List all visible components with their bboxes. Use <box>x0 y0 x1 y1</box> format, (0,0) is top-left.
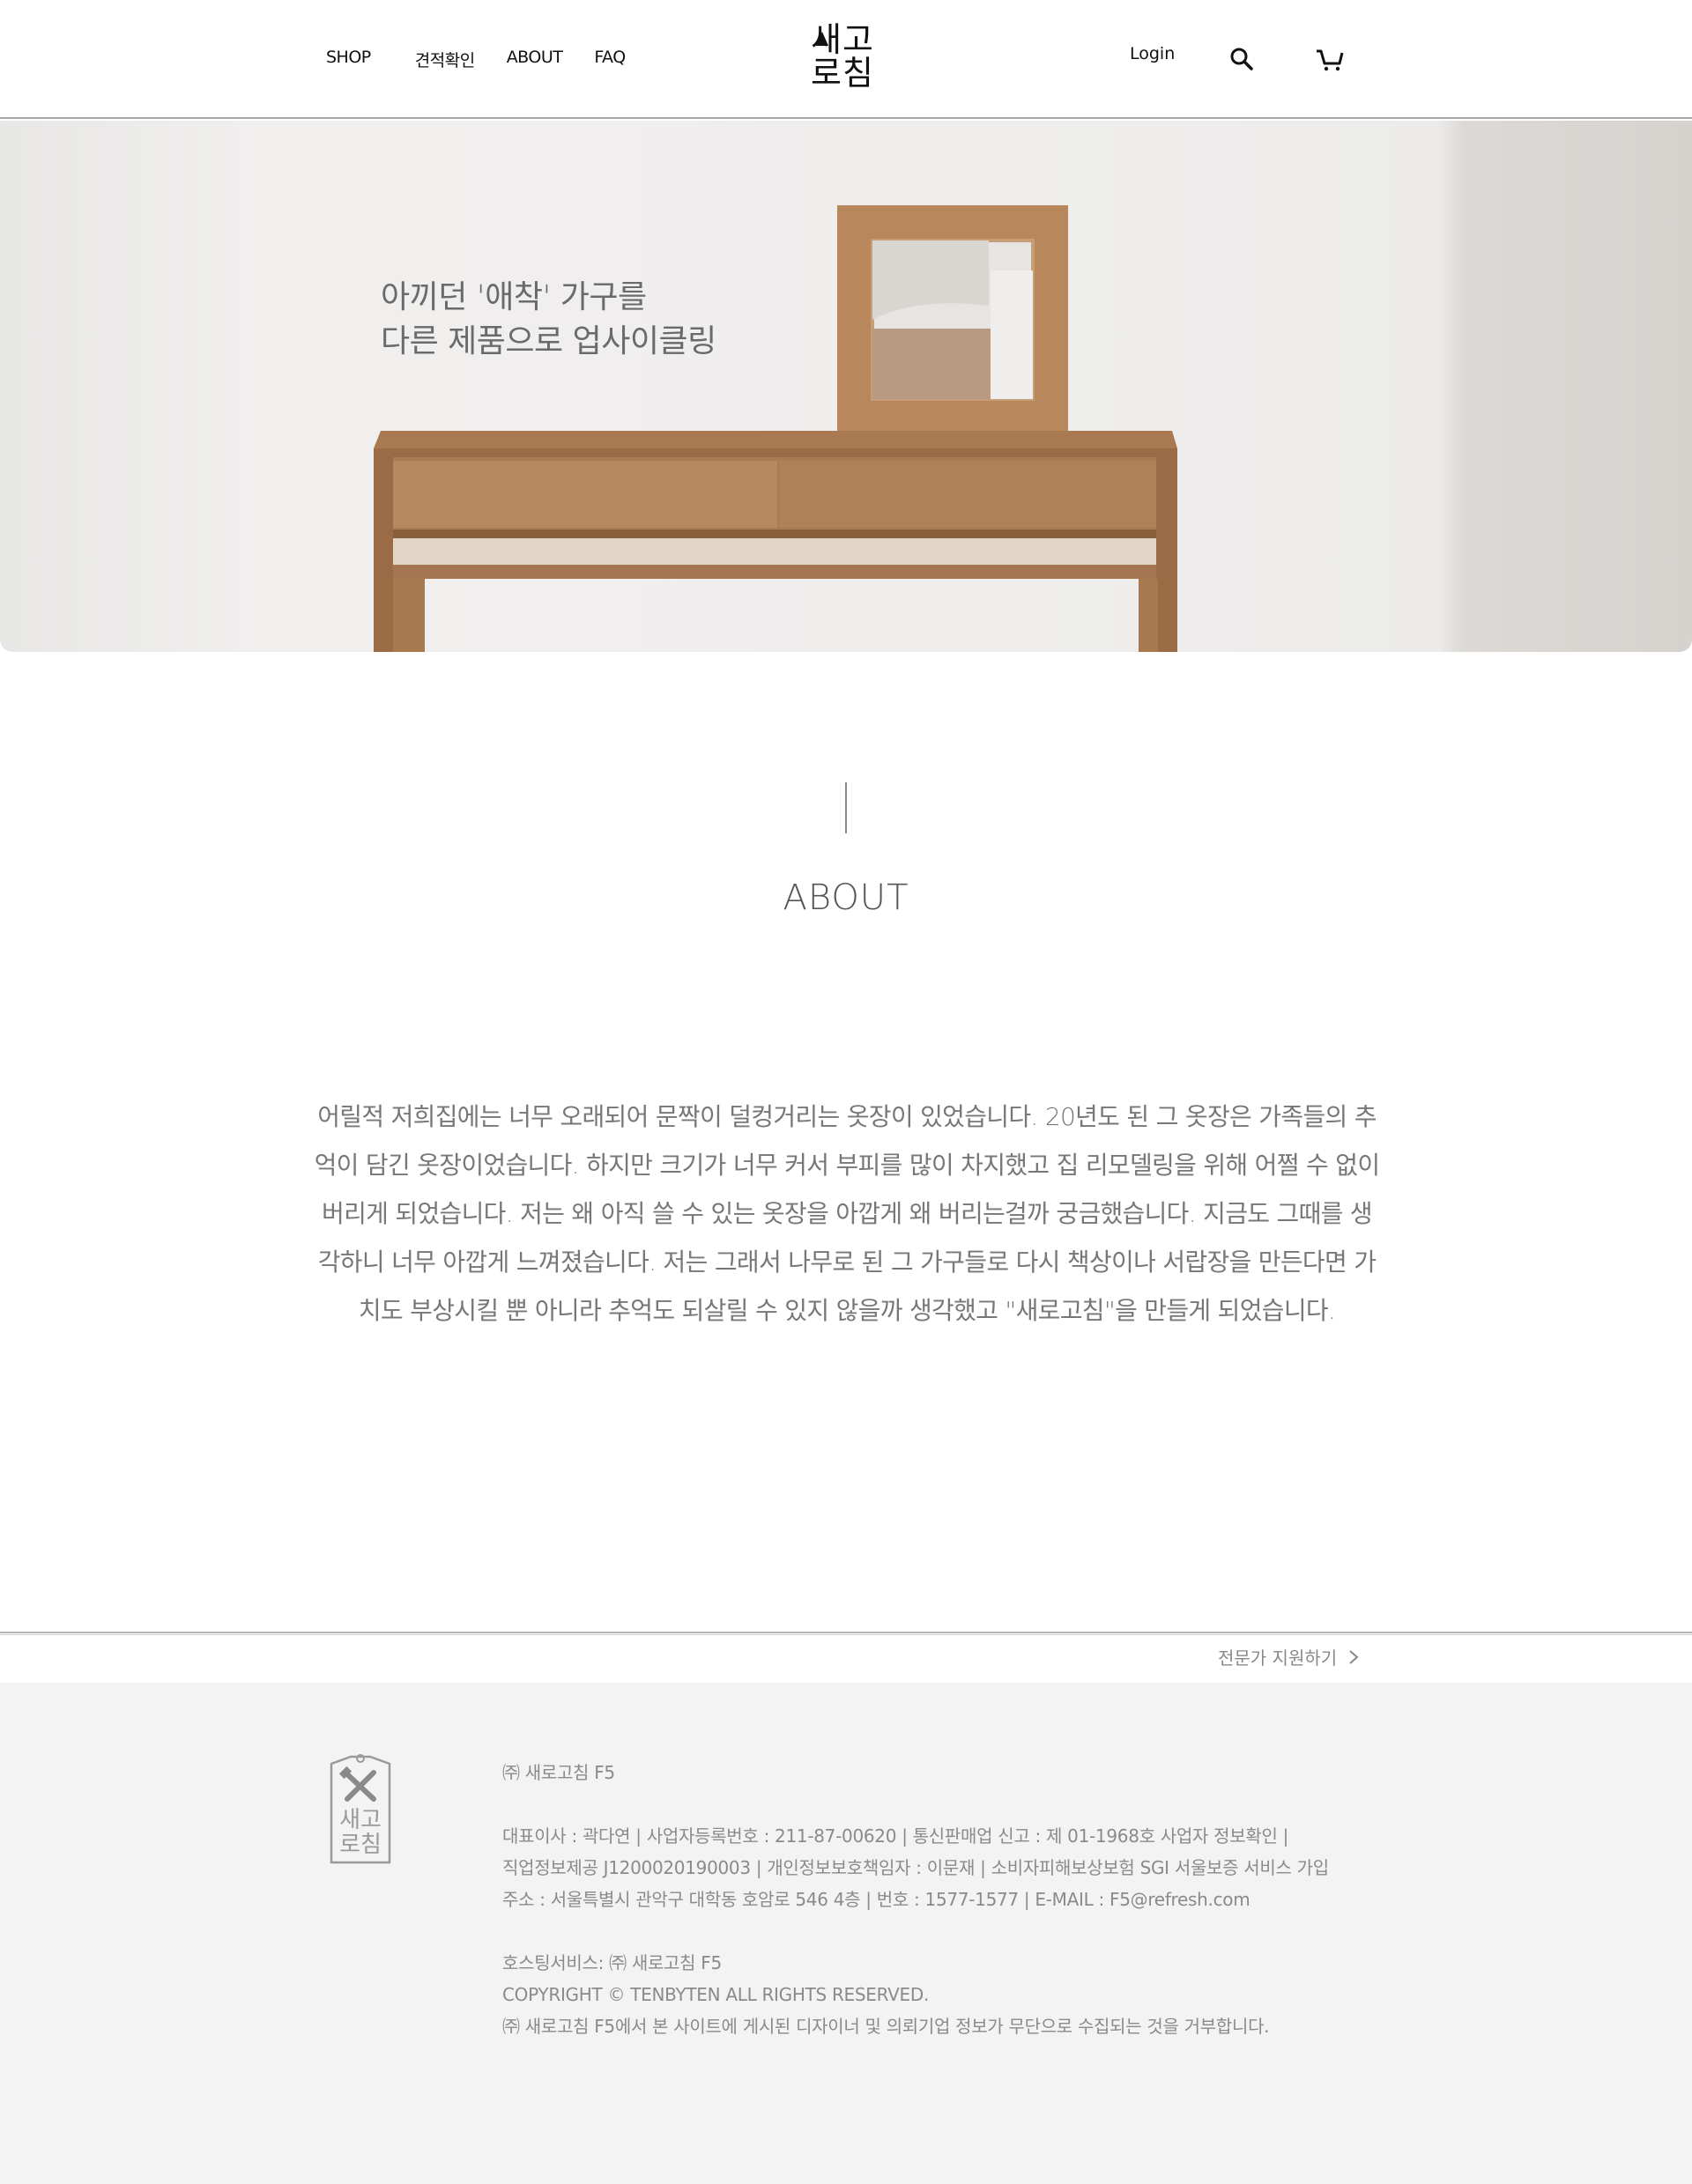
tools-icon <box>343 1770 376 1802</box>
logo-triangle-icon <box>816 32 828 46</box>
footer-info-line: 직업정보제공 J1200020190003 | 개인정보보호책임자 : 이문재 … <box>502 1857 1329 1878</box>
hero-banner: 아끼던 '애착' 가구를 다른 제품으로 업사이클링 <box>0 121 1692 652</box>
site-header: SHOP 견적확인 ABOUT FAQ 새고 로침 Login <box>0 0 1692 119</box>
footer-logo-line-1: 새고 <box>339 1807 382 1833</box>
nav-shop[interactable]: SHOP <box>326 48 371 71</box>
section-divider <box>845 782 847 833</box>
header-utilities: Login <box>1130 44 1344 71</box>
site-logo[interactable]: 새고 로침 <box>811 23 890 95</box>
chevron-right-icon <box>1349 1649 1359 1664</box>
about-body-line: 어릴적 저희집에는 너무 오래되어 문짝이 덜컹거리는 옷장이 있었습니다. 2… <box>317 1102 1377 1131</box>
footer-copyright: COPYRIGHT © TENBYTEN ALL RIGHTS RESERVED… <box>502 1984 930 2005</box>
about-body-line: 각하니 너무 아깝게 느껴졌습니다. 저는 그래서 나무로 된 그 가구들로 다… <box>317 1247 1377 1277</box>
main-nav: SHOP 견적확인 ABOUT FAQ <box>326 48 657 71</box>
hero-tagline: 아끼던 '애착' 가구를 다른 제품으로 업사이클링 <box>381 276 716 364</box>
nav-about[interactable]: ABOUT <box>507 48 563 71</box>
footer-info-line: 대표이사 : 곽다연 | 사업자등록번호 : 211-87-00620 | 통신… <box>502 1825 1289 1847</box>
about-title: ABOUT <box>783 877 909 918</box>
hero-line-1: 아끼던 '애착' 가구를 <box>381 279 647 315</box>
expert-apply-label: 전문가 지원하기 <box>1218 1647 1338 1669</box>
footer-company-name: ㈜ 새로고침 F5 <box>502 1762 615 1783</box>
about-body: 어릴적 저희집에는 너무 오래되어 문짝이 덜컹거리는 옷장이 있었습니다. 2… <box>296 1092 1398 1335</box>
about-body-line: 억이 담긴 옷장이었습니다. 하지만 크기가 너무 커서 부피를 많이 차지했고… <box>314 1151 1380 1180</box>
login-link[interactable]: Login <box>1130 44 1175 63</box>
nav-estimate[interactable]: 견적확인 <box>415 48 475 71</box>
cart-icon[interactable] <box>1315 46 1345 72</box>
site-footer: 새고 로침 ㈜ 새로고침 F5 대표이사 : 곽다연 | 사업자등록번호 : 2… <box>0 1683 1692 2184</box>
search-icon[interactable] <box>1228 46 1255 72</box>
footer-notice: ㈜ 새로고침 F5에서 본 사이트에 게시된 디자이너 및 의뢰기업 정보가 무… <box>502 2016 1270 2037</box>
expert-apply-link[interactable]: 전문가 지원하기 <box>1218 1644 1360 1669</box>
about-body-line: 치도 부상시킬 뿐 아니라 추억도 되살릴 수 있지 않을까 생각했고 "새로고… <box>358 1296 1336 1325</box>
footer-company-info: ㈜ 새로고침 F5 대표이사 : 곽다연 | 사업자등록번호 : 211-87-… <box>502 1757 1329 2042</box>
footer-info-line: 주소 : 서울특별시 관악구 대학동 호암로 546 4층 | 번호 : 157… <box>502 1889 1250 1910</box>
footer-separator <box>0 1632 1692 1635</box>
wooden-console-mirror-image <box>374 205 1177 652</box>
about-body-line: 버리게 되었습니다. 저는 왜 아직 쓸 수 있는 옷장을 아깝게 왜 버리는걸… <box>322 1199 1373 1228</box>
logo-line-2: 로침 <box>811 54 874 93</box>
footer-hosting: 호스팅서비스: ㈜ 새로고침 F5 <box>502 1952 722 1973</box>
footer-logo-line-2: 로침 <box>339 1832 382 1858</box>
footer-logo-tag: 새고 로침 <box>330 1754 391 1864</box>
nav-faq[interactable]: FAQ <box>594 48 626 71</box>
hero-line-2: 다른 제품으로 업사이클링 <box>381 323 716 359</box>
